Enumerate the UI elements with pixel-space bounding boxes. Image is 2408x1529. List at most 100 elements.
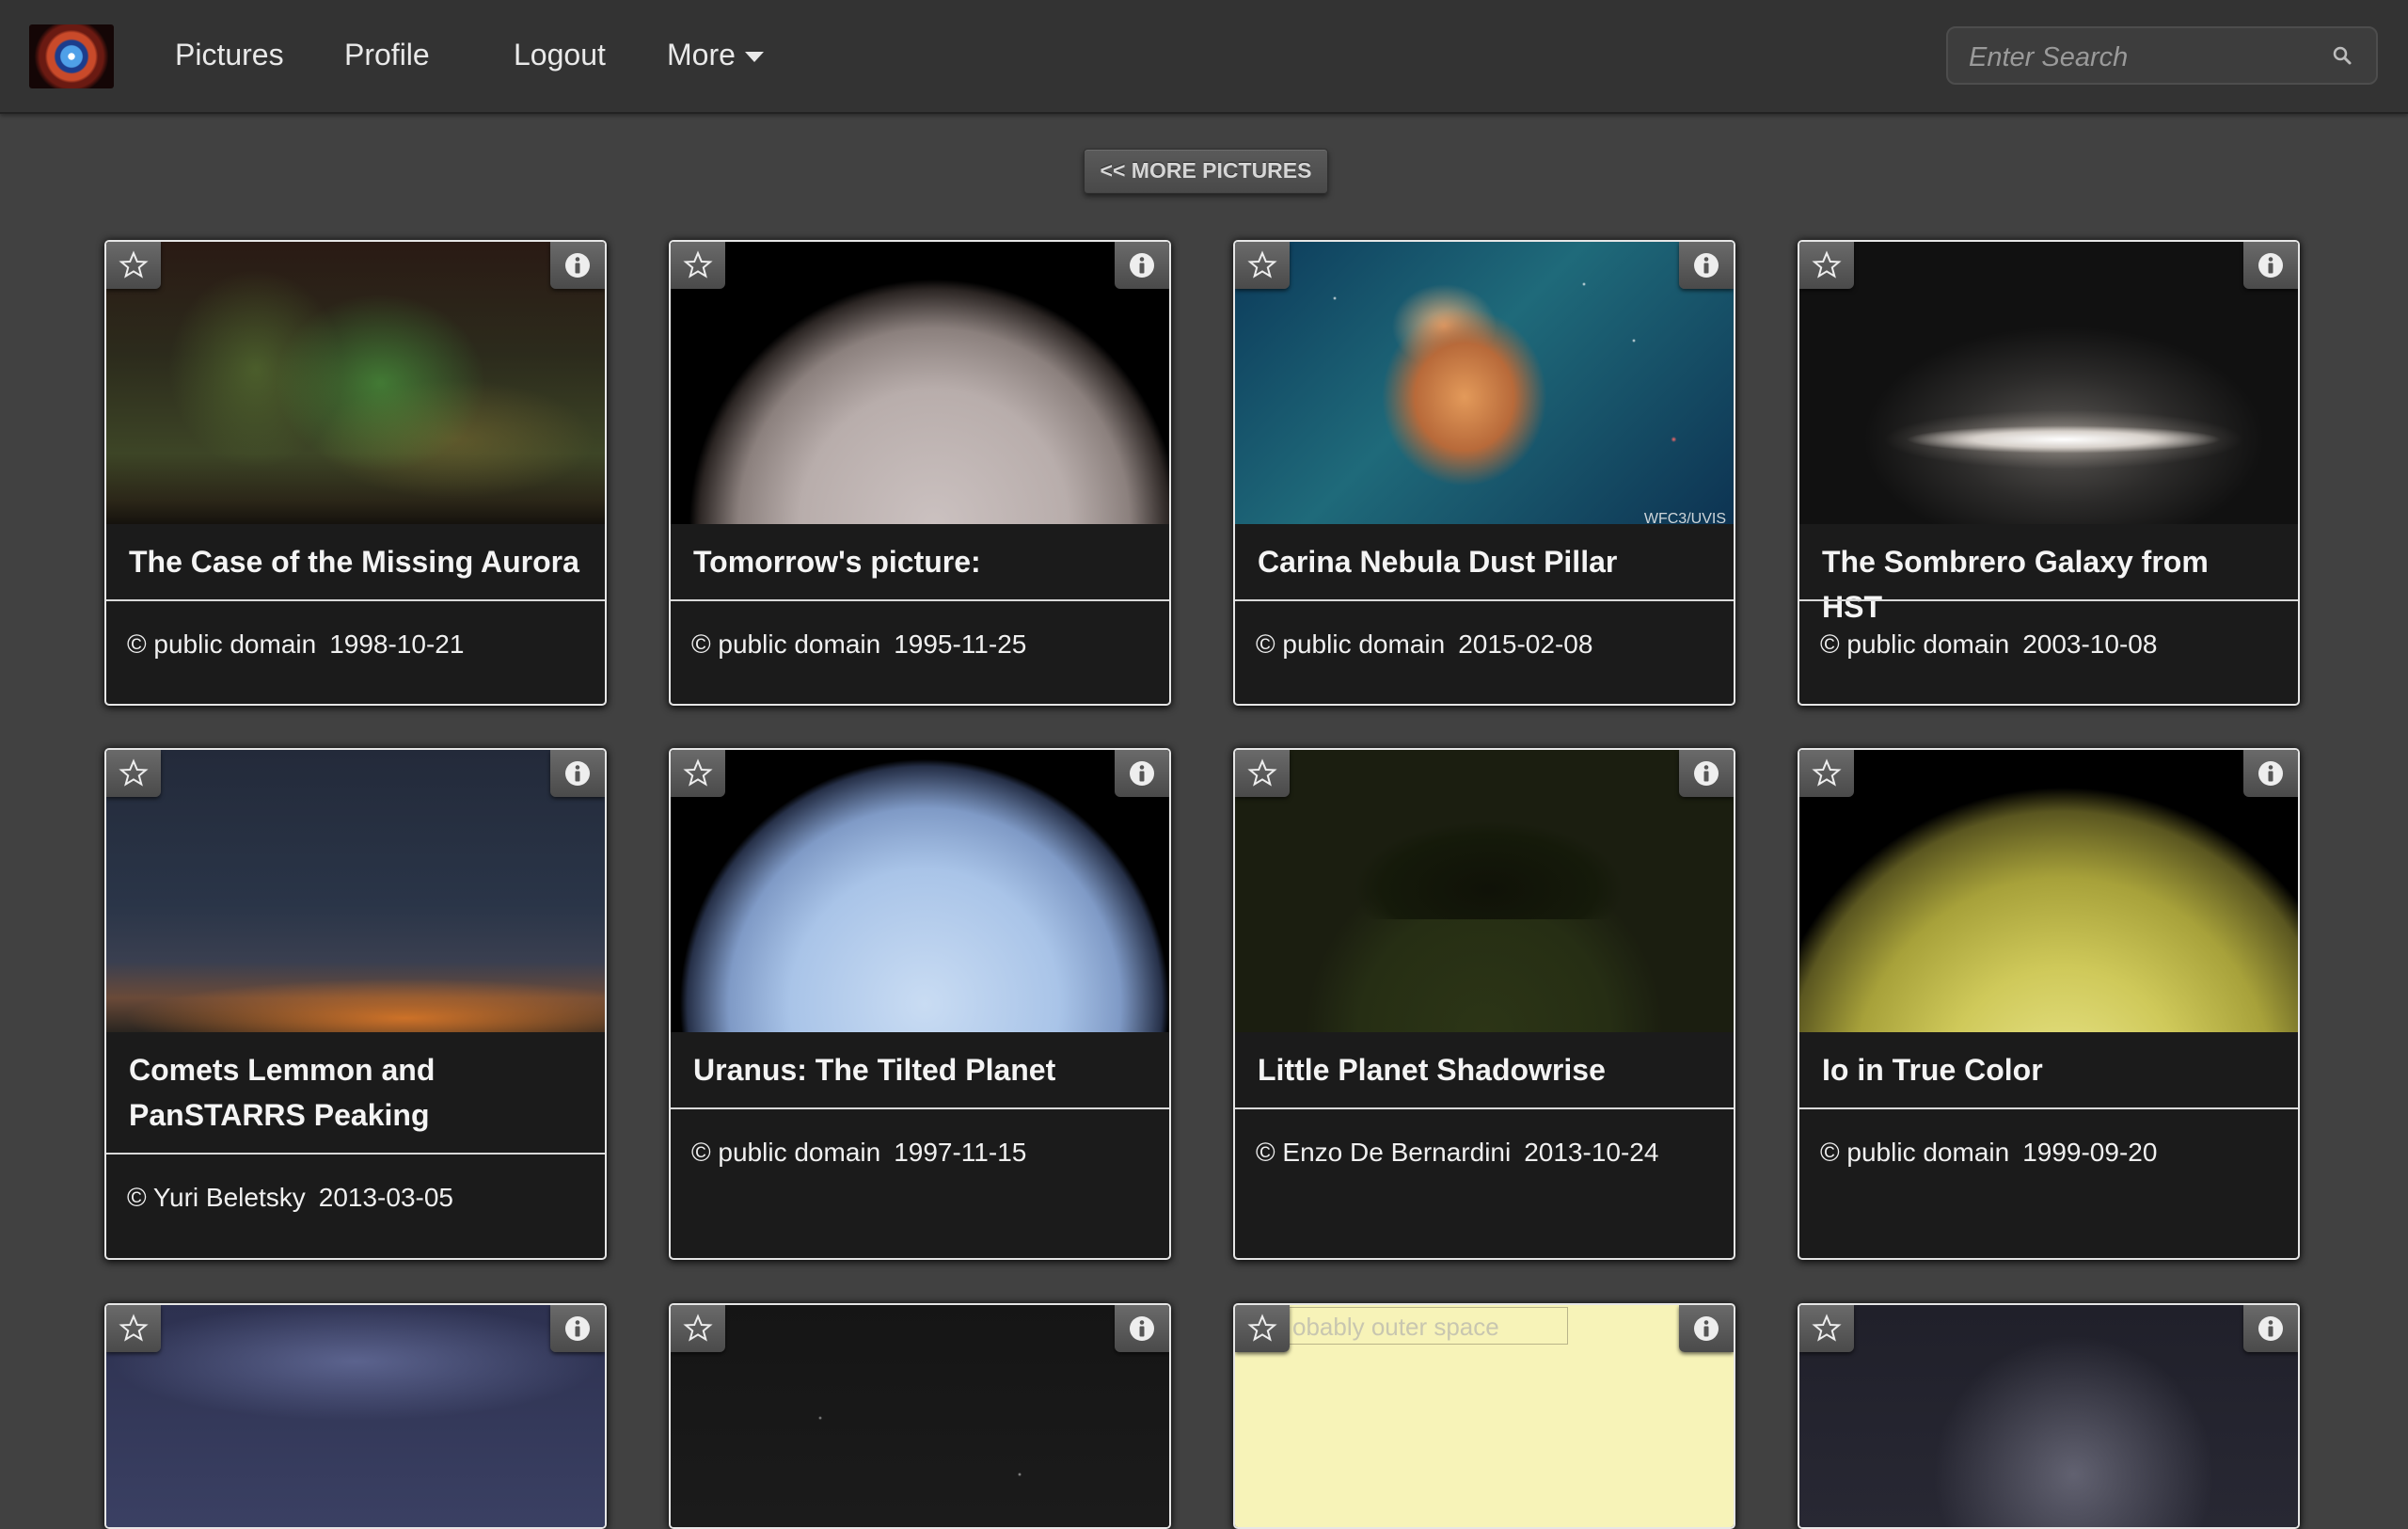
divider — [106, 1153, 605, 1155]
nav-logout[interactable]: Logout — [514, 34, 606, 75]
site-logo[interactable] — [29, 24, 114, 88]
info-button[interactable] — [1115, 750, 1169, 797]
picture-thumbnail[interactable] — [106, 242, 605, 524]
picture-card[interactable]: Uranus: The Tilted Planet © public domai… — [669, 748, 1171, 1260]
favorite-button[interactable] — [1235, 242, 1290, 289]
picture-credit: © Yuri Beletsky — [127, 1183, 306, 1212]
favorite-button[interactable] — [106, 242, 161, 289]
picture-date: 1998-10-21 — [329, 629, 465, 659]
picture-meta: © public domain 1998-10-21 — [106, 628, 605, 661]
picture-credit: © public domain — [691, 629, 881, 659]
picture-meta: © public domain 1999-09-20 — [1799, 1136, 2298, 1170]
picture-thumbnail[interactable] — [671, 750, 1169, 1032]
info-icon — [2258, 253, 2283, 278]
picture-card[interactable]: Tomorrow's picture: © public domain 1995-… — [669, 240, 1171, 706]
picture-meta: © public domain 2015-02-08 — [1235, 628, 1734, 661]
picture-card[interactable] — [1798, 1303, 2300, 1529]
top-navbar: Pictures Profile Logout More — [0, 0, 2408, 114]
picture-card[interactable] — [669, 1303, 1171, 1529]
picture-thumbnail[interactable] — [1799, 750, 2298, 1032]
info-button[interactable] — [2243, 1305, 2298, 1352]
image-watermark: WFC3/UVIS — [1643, 511, 1726, 524]
nav-profile[interactable]: Profile — [344, 34, 430, 75]
star-icon — [119, 758, 149, 787]
picture-meta: © public domain 1997-11-15 — [671, 1136, 1169, 1170]
divider — [671, 599, 1169, 601]
picture-card[interactable]: Little Planet Shadowrise © Enzo De Berna… — [1233, 748, 1735, 1260]
picture-title[interactable]: Little Planet Shadowrise — [1235, 1032, 1734, 1092]
picture-thumbnail[interactable] — [1799, 242, 2298, 524]
star-icon — [1812, 250, 1842, 279]
nav-more-dropdown[interactable]: More — [667, 34, 764, 75]
info-button[interactable] — [1679, 1305, 1734, 1352]
divider — [1235, 1107, 1734, 1109]
picture-thumbnail[interactable] — [1235, 750, 1734, 1032]
picture-title[interactable]: Carina Nebula Dust Pillar — [1235, 524, 1734, 584]
info-icon — [1694, 761, 1719, 786]
favorite-button[interactable] — [671, 750, 725, 797]
favorite-button[interactable] — [1235, 750, 1290, 797]
star-icon — [683, 250, 713, 279]
picture-card[interactable]: obably outer space — [1233, 1303, 1735, 1529]
info-button[interactable] — [2243, 242, 2298, 289]
favorite-button[interactable] — [671, 1305, 725, 1352]
picture-date: 2003-10-08 — [2022, 629, 2158, 659]
picture-thumbnail[interactable] — [1799, 1305, 2298, 1527]
picture-card[interactable]: The Sombrero Galaxy from HST © public do… — [1798, 240, 2300, 706]
favorite-button[interactable] — [1799, 1305, 1854, 1352]
picture-thumbnail[interactable]: obably outer space — [1235, 1305, 1734, 1527]
picture-card[interactable]: Io in True Color © public domain 1999-09-… — [1798, 748, 2300, 1260]
picture-title[interactable]: The Sombrero Galaxy from HST — [1799, 524, 2298, 629]
info-button[interactable] — [550, 1305, 605, 1352]
picture-card[interactable]: WFC3/UVIS Carina Nebula Dust Pillar © pu… — [1233, 240, 1735, 706]
picture-title[interactable]: Comets Lemmon and PanSTARRS Peaking — [106, 1032, 605, 1138]
info-button[interactable] — [2243, 750, 2298, 797]
picture-card[interactable]: The Case of the Missing Aurora © public … — [104, 240, 607, 706]
info-button[interactable] — [1115, 1305, 1169, 1352]
info-icon — [565, 253, 590, 278]
star-icon — [1812, 1314, 1842, 1342]
nav-more-label: More — [667, 38, 736, 72]
search-icon[interactable] — [2331, 44, 2355, 69]
picture-title[interactable]: The Case of the Missing Aurora — [106, 524, 605, 584]
info-icon — [1694, 253, 1719, 278]
search-input[interactable] — [1967, 36, 2309, 79]
picture-credit: © public domain — [1256, 629, 1446, 659]
favorite-button[interactable] — [1235, 1305, 1290, 1352]
favorite-button[interactable] — [1799, 242, 1854, 289]
picture-credit: © public domain — [1820, 1138, 2010, 1167]
picture-date: 2013-03-05 — [318, 1183, 453, 1212]
picture-title[interactable]: Tomorrow's picture: — [671, 524, 1169, 584]
picture-thumbnail[interactable] — [106, 1305, 605, 1527]
favorite-button[interactable] — [106, 750, 161, 797]
picture-thumbnail[interactable] — [671, 1305, 1169, 1527]
picture-date: 1997-11-15 — [894, 1138, 1027, 1167]
divider — [1799, 599, 2298, 601]
favorite-button[interactable] — [106, 1305, 161, 1352]
picture-meta: © Enzo De Bernardini 2013-10-24 — [1235, 1136, 1734, 1170]
nav-pictures[interactable]: Pictures — [175, 34, 284, 75]
divider — [1799, 1107, 2298, 1109]
info-button[interactable] — [1679, 242, 1734, 289]
info-button[interactable] — [550, 242, 605, 289]
star-icon — [683, 758, 713, 787]
info-button[interactable] — [1115, 242, 1169, 289]
picture-thumbnail[interactable] — [106, 750, 605, 1032]
picture-title[interactable]: Io in True Color — [1799, 1032, 2298, 1092]
favorite-button[interactable] — [1799, 750, 1854, 797]
picture-title[interactable]: Uranus: The Tilted Planet — [671, 1032, 1169, 1092]
picture-meta: © Yuri Beletsky 2013-03-05 — [106, 1181, 605, 1215]
info-icon — [2258, 1316, 2283, 1341]
info-button[interactable] — [550, 750, 605, 797]
picture-thumbnail[interactable] — [671, 242, 1169, 524]
more-pictures-button[interactable]: << MORE PICTURES — [1084, 149, 1328, 194]
picture-card[interactable]: Comets Lemmon and PanSTARRS Peaking © Yu… — [104, 748, 607, 1260]
star-icon — [1812, 758, 1842, 787]
star-icon — [1247, 1314, 1277, 1342]
info-icon — [2258, 761, 2283, 786]
info-button[interactable] — [1679, 750, 1734, 797]
picture-credit: © public domain — [1820, 629, 2010, 659]
favorite-button[interactable] — [671, 242, 725, 289]
picture-thumbnail[interactable]: WFC3/UVIS — [1235, 242, 1734, 524]
picture-card[interactable] — [104, 1303, 607, 1529]
